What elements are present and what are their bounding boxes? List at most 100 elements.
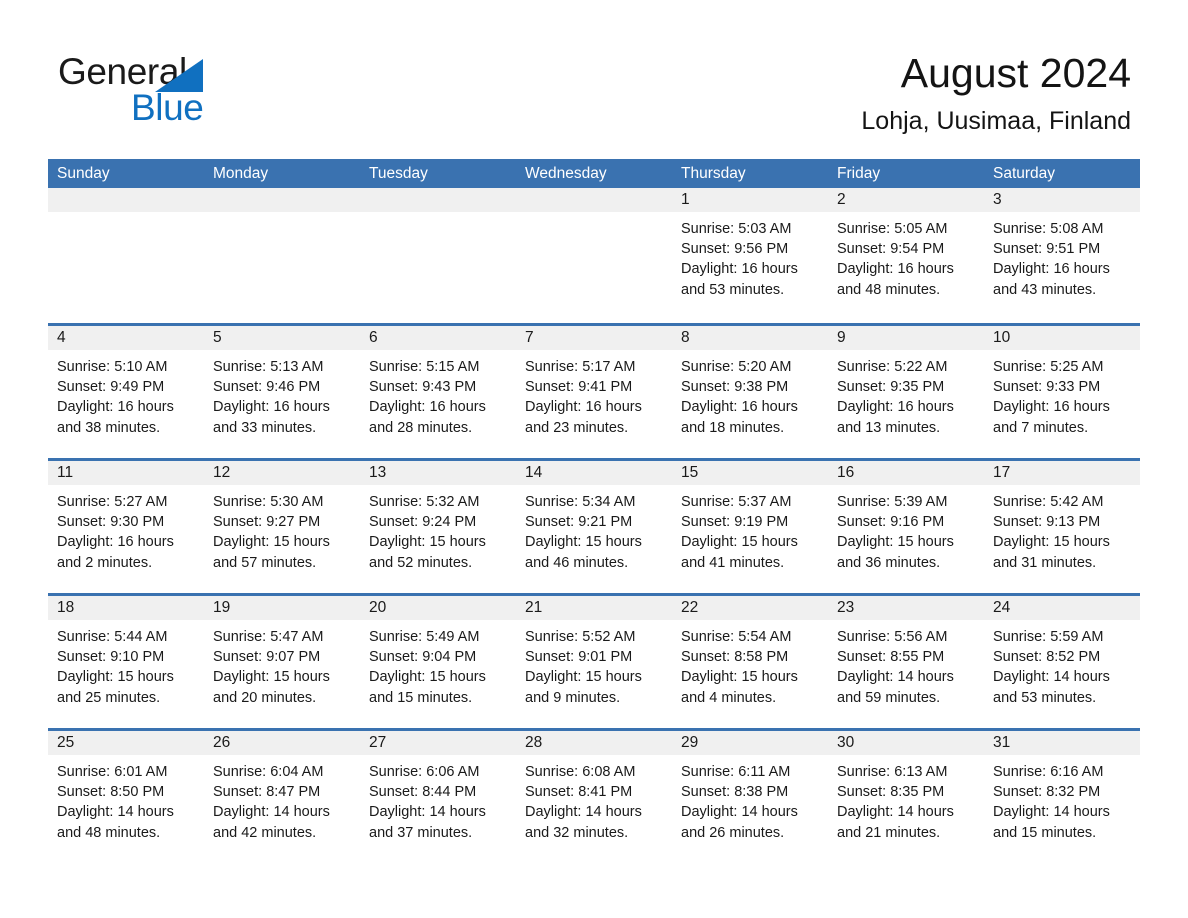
sunset-text: Sunset: 9:19 PM	[681, 514, 789, 531]
daylight-text-line1: Daylight: 16 hours	[681, 261, 798, 278]
page-header: General Blue August 2024 Lohja, Uusimaa,…	[0, 0, 1188, 150]
day-cell[interactable]: 7 Sunrise: 5:17 AM Sunset: 9:41 PM Dayli…	[516, 326, 672, 458]
daylight-text-line1: Daylight: 16 hours	[993, 261, 1110, 278]
day-cell[interactable]: 31 Sunrise: 6:16 AM Sunset: 8:32 PM Dayl…	[984, 731, 1140, 863]
daylight-text-line1: Daylight: 15 hours	[57, 669, 174, 686]
day-cell[interactable]: 17 Sunrise: 5:42 AM Sunset: 9:13 PM Dayl…	[984, 461, 1140, 593]
sunrise-text: Sunrise: 5:47 AM	[213, 629, 324, 645]
daylight-text-line2: and 15 minutes.	[369, 689, 473, 706]
day-number: 11	[48, 461, 204, 485]
day-cell[interactable]: 15 Sunrise: 5:37 AM Sunset: 9:19 PM Dayl…	[672, 461, 828, 593]
day-cell[interactable]: 12 Sunrise: 5:30 AM Sunset: 9:27 PM Dayl…	[204, 461, 360, 593]
day-cell[interactable]: 18 Sunrise: 5:44 AM Sunset: 9:10 PM Dayl…	[48, 596, 204, 728]
calendar-week-row: 4 Sunrise: 5:10 AM Sunset: 9:49 PM Dayli…	[48, 323, 1140, 458]
calendar-grid: Sunday Monday Tuesday Wednesday Thursday…	[48, 159, 1140, 863]
daylight-text-line1: Daylight: 16 hours	[369, 399, 486, 416]
day-number: 29	[672, 731, 828, 755]
day-cell-empty	[48, 188, 204, 323]
sunset-text: Sunset: 9:54 PM	[837, 241, 945, 258]
calendar-page: General Blue August 2024 Lohja, Uusimaa,…	[0, 0, 1188, 918]
day-details: Sunrise: 5:25 AM Sunset: 9:33 PM Dayligh…	[984, 350, 1140, 438]
day-cell[interactable]: 16 Sunrise: 5:39 AM Sunset: 9:16 PM Dayl…	[828, 461, 984, 593]
daylight-text-line2: and 32 minutes.	[525, 824, 629, 841]
sunset-text: Sunset: 9:38 PM	[681, 379, 789, 396]
sunrise-text: Sunrise: 5:05 AM	[837, 221, 948, 237]
day-cell[interactable]: 8 Sunrise: 5:20 AM Sunset: 9:38 PM Dayli…	[672, 326, 828, 458]
day-cell[interactable]: 22 Sunrise: 5:54 AM Sunset: 8:58 PM Dayl…	[672, 596, 828, 728]
day-cell[interactable]: 25 Sunrise: 6:01 AM Sunset: 8:50 PM Dayl…	[48, 731, 204, 863]
daylight-text-line1: Daylight: 15 hours	[681, 669, 798, 686]
sunrise-text: Sunrise: 5:08 AM	[993, 221, 1104, 237]
day-details: Sunrise: 6:13 AM Sunset: 8:35 PM Dayligh…	[828, 755, 984, 843]
sunrise-text: Sunrise: 5:22 AM	[837, 359, 948, 375]
day-number: 5	[204, 326, 360, 350]
sunset-text: Sunset: 9:07 PM	[213, 649, 321, 666]
daylight-text-line1: Daylight: 16 hours	[993, 399, 1110, 416]
brand-name-blue: Blue	[131, 87, 204, 128]
daylight-text-line1: Daylight: 15 hours	[837, 534, 954, 551]
day-cell[interactable]: 28 Sunrise: 6:08 AM Sunset: 8:41 PM Dayl…	[516, 731, 672, 863]
day-cell[interactable]: 27 Sunrise: 6:06 AM Sunset: 8:44 PM Dayl…	[360, 731, 516, 863]
daylight-text-line2: and 9 minutes.	[525, 689, 621, 706]
day-cell[interactable]: 9 Sunrise: 5:22 AM Sunset: 9:35 PM Dayli…	[828, 326, 984, 458]
day-cell[interactable]: 3 Sunrise: 5:08 AM Sunset: 9:51 PM Dayli…	[984, 188, 1140, 323]
day-cell[interactable]: 19 Sunrise: 5:47 AM Sunset: 9:07 PM Dayl…	[204, 596, 360, 728]
daylight-text-line2: and 48 minutes.	[837, 281, 941, 298]
day-details: Sunrise: 5:42 AM Sunset: 9:13 PM Dayligh…	[984, 485, 1140, 573]
daylight-text-line2: and 21 minutes.	[837, 824, 941, 841]
day-cell[interactable]: 14 Sunrise: 5:34 AM Sunset: 9:21 PM Dayl…	[516, 461, 672, 593]
weekday-header-row: Sunday Monday Tuesday Wednesday Thursday…	[48, 159, 1140, 188]
weekday-tuesday: Tuesday	[369, 165, 428, 182]
day-details: Sunrise: 5:54 AM Sunset: 8:58 PM Dayligh…	[672, 620, 828, 708]
day-cell[interactable]: 4 Sunrise: 5:10 AM Sunset: 9:49 PM Dayli…	[48, 326, 204, 458]
sunset-text: Sunset: 8:32 PM	[993, 784, 1101, 801]
sunset-text: Sunset: 9:04 PM	[369, 649, 477, 666]
day-cell[interactable]: 24 Sunrise: 5:59 AM Sunset: 8:52 PM Dayl…	[984, 596, 1140, 728]
daylight-text-line2: and 13 minutes.	[837, 419, 941, 436]
general-blue-logo[interactable]: General Blue	[58, 50, 398, 132]
day-cell[interactable]: 30 Sunrise: 6:13 AM Sunset: 8:35 PM Dayl…	[828, 731, 984, 863]
day-number: 19	[204, 596, 360, 620]
day-cell[interactable]: 20 Sunrise: 5:49 AM Sunset: 9:04 PM Dayl…	[360, 596, 516, 728]
day-number: 15	[672, 461, 828, 485]
day-cell[interactable]: 23 Sunrise: 5:56 AM Sunset: 8:55 PM Dayl…	[828, 596, 984, 728]
day-cell[interactable]: 2 Sunrise: 5:05 AM Sunset: 9:54 PM Dayli…	[828, 188, 984, 323]
sunrise-text: Sunrise: 5:37 AM	[681, 494, 792, 510]
day-details: Sunrise: 5:22 AM Sunset: 9:35 PM Dayligh…	[828, 350, 984, 438]
day-number: 10	[984, 326, 1140, 350]
daylight-text-line2: and 41 minutes.	[681, 554, 785, 571]
sunrise-text: Sunrise: 5:54 AM	[681, 629, 792, 645]
day-cell[interactable]: 11 Sunrise: 5:27 AM Sunset: 9:30 PM Dayl…	[48, 461, 204, 593]
day-cell[interactable]: 5 Sunrise: 5:13 AM Sunset: 9:46 PM Dayli…	[204, 326, 360, 458]
calendar-week-row: 1 Sunrise: 5:03 AM Sunset: 9:56 PM Dayli…	[48, 188, 1140, 323]
daylight-text-line2: and 38 minutes.	[57, 419, 161, 436]
sunset-text: Sunset: 9:30 PM	[57, 514, 165, 531]
daylight-text-line2: and 23 minutes.	[525, 419, 629, 436]
sunrise-text: Sunrise: 6:06 AM	[369, 764, 480, 780]
daylight-text-line1: Daylight: 14 hours	[681, 804, 798, 821]
daylight-text-line2: and 36 minutes.	[837, 554, 941, 571]
daylight-text-line2: and 2 minutes.	[57, 554, 153, 571]
day-details: Sunrise: 5:13 AM Sunset: 9:46 PM Dayligh…	[204, 350, 360, 438]
day-cell[interactable]: 26 Sunrise: 6:04 AM Sunset: 8:47 PM Dayl…	[204, 731, 360, 863]
day-number: 13	[360, 461, 516, 485]
day-cell[interactable]: 10 Sunrise: 5:25 AM Sunset: 9:33 PM Dayl…	[984, 326, 1140, 458]
day-number: 7	[516, 326, 672, 350]
day-details: Sunrise: 5:27 AM Sunset: 9:30 PM Dayligh…	[48, 485, 204, 573]
day-cell[interactable]: 1 Sunrise: 5:03 AM Sunset: 9:56 PM Dayli…	[672, 188, 828, 323]
day-details: Sunrise: 6:11 AM Sunset: 8:38 PM Dayligh…	[672, 755, 828, 843]
day-cell[interactable]: 6 Sunrise: 5:15 AM Sunset: 9:43 PM Dayli…	[360, 326, 516, 458]
day-details: Sunrise: 6:08 AM Sunset: 8:41 PM Dayligh…	[516, 755, 672, 843]
day-cell[interactable]: 13 Sunrise: 5:32 AM Sunset: 9:24 PM Dayl…	[360, 461, 516, 593]
sunset-text: Sunset: 8:55 PM	[837, 649, 945, 666]
sunset-text: Sunset: 9:01 PM	[525, 649, 633, 666]
day-cell[interactable]: 29 Sunrise: 6:11 AM Sunset: 8:38 PM Dayl…	[672, 731, 828, 863]
calendar-week-row: 11 Sunrise: 5:27 AM Sunset: 9:30 PM Dayl…	[48, 458, 1140, 593]
day-cell[interactable]: 21 Sunrise: 5:52 AM Sunset: 9:01 PM Dayl…	[516, 596, 672, 728]
daylight-text-line2: and 42 minutes.	[213, 824, 317, 841]
day-cell-empty	[360, 188, 516, 323]
day-number	[516, 188, 672, 212]
day-number: 4	[48, 326, 204, 350]
daylight-text-line2: and 7 minutes.	[993, 419, 1089, 436]
day-number: 30	[828, 731, 984, 755]
